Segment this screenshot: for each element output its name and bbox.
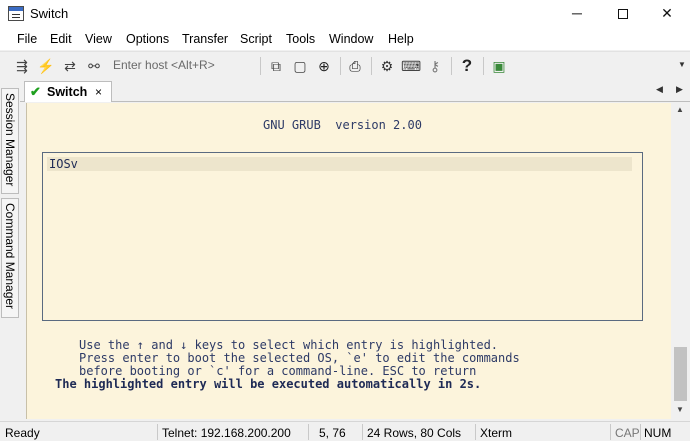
menu-script[interactable]: Script	[240, 32, 272, 46]
status-separator	[308, 424, 309, 440]
menu-view[interactable]: View	[85, 32, 112, 46]
scroll-up-icon[interactable]: ▲	[676, 105, 684, 114]
status-bar: Ready Telnet: 192.168.200.200 5, 76 24 R…	[0, 421, 690, 441]
tab-scroll-left-icon[interactable]: ◀	[656, 84, 663, 95]
command-manager-tab[interactable]: Command Manager	[1, 198, 19, 318]
settings-icon[interactable]: ⚙	[377, 56, 397, 76]
connect-icon[interactable]: ⇶	[12, 56, 32, 76]
window-title: Switch	[30, 6, 69, 21]
status-caps: CAP	[615, 426, 640, 440]
maximize-icon	[618, 9, 628, 20]
maximize-button[interactable]	[600, 0, 646, 28]
quick-connect-icon[interactable]: ⚡	[36, 56, 56, 76]
menu-bar: File Edit View Options Transfer Script T…	[0, 28, 690, 50]
grub-help-line: before booting or `c' for a command-line…	[79, 364, 477, 378]
menu-tools[interactable]: Tools	[286, 32, 315, 46]
reconnect-icon[interactable]: ⇄	[60, 56, 80, 76]
host-input[interactable]: Enter host <Alt+R>	[113, 58, 215, 72]
toolbar-separator	[340, 57, 341, 75]
grub-header: GNU GRUB version 2.00	[263, 118, 422, 132]
grub-help-line: Use the ↑ and ↓ keys to select which ent…	[79, 338, 499, 352]
tab-label: Switch	[47, 85, 88, 99]
status-terminal-type: Xterm	[480, 426, 513, 440]
status-state: Ready	[5, 426, 40, 440]
menu-transfer[interactable]: Transfer	[182, 32, 228, 46]
minimize-icon: ─	[572, 5, 582, 21]
session-manager-label: Session Manager	[3, 93, 17, 187]
scroll-thumb[interactable]	[674, 347, 687, 401]
menu-help[interactable]: Help	[388, 32, 414, 46]
sftp-icon[interactable]: ▣	[489, 56, 509, 76]
find-icon[interactable]: ⊕	[314, 56, 334, 76]
tab-switch[interactable]: ✔ Switch ×	[24, 81, 112, 102]
menu-file[interactable]: File	[17, 32, 37, 46]
status-separator	[157, 424, 158, 440]
status-separator	[640, 424, 641, 440]
status-separator	[475, 424, 476, 440]
grub-help-line: Press enter to boot the selected OS, `e'…	[79, 351, 520, 365]
print-icon[interactable]: ⎙	[345, 56, 365, 76]
minimize-button[interactable]: ─	[554, 0, 600, 28]
status-cursor: 5, 76	[319, 426, 346, 440]
menu-window[interactable]: Window	[329, 32, 373, 46]
help-icon[interactable]: ?	[457, 56, 477, 76]
paste-icon[interactable]: ▢	[290, 56, 310, 76]
grub-menu-box: IOSv	[42, 152, 643, 321]
keymap-icon[interactable]: ⌨	[401, 56, 421, 76]
toolbar-separator	[483, 57, 484, 75]
app-icon[interactable]	[8, 6, 24, 21]
disconnect-icon[interactable]: ⚯	[84, 56, 104, 76]
close-button[interactable]: ✕	[644, 0, 690, 28]
status-separator	[362, 424, 363, 440]
title-bar: Switch ─ ✕	[0, 0, 690, 28]
session-manager-tab[interactable]: Session Manager	[1, 88, 19, 194]
menu-edit[interactable]: Edit	[50, 32, 72, 46]
grub-entry-selected[interactable]: IOSv	[47, 157, 632, 171]
copy-icon[interactable]: ⧉	[266, 56, 286, 76]
toolbar-separator	[451, 57, 452, 75]
toolbar-separator	[260, 57, 261, 75]
status-separator	[610, 424, 611, 440]
grub-entry-label: IOSv	[49, 157, 78, 171]
status-size: 24 Rows, 80 Cols	[367, 426, 462, 440]
sidebar: Session Manager Command Manager	[0, 86, 20, 421]
toolbar-overflow-icon[interactable]: ▼	[678, 60, 686, 69]
grub-countdown: The highlighted entry will be executed a…	[55, 377, 482, 391]
connected-check-icon: ✔	[30, 84, 41, 99]
toolbar: ⇶ ⚡ ⇄ ⚯ Enter host <Alt+R> ⧉ ▢ ⊕ ⎙ ⚙ ⌨ ⚷…	[0, 51, 690, 79]
vertical-scrollbar[interactable]: ▲ ▼	[671, 103, 690, 419]
terminal-screen[interactable]: GNU GRUB version 2.00 IOSv Use the ↑ and…	[26, 103, 671, 419]
scroll-down-icon[interactable]: ▼	[676, 405, 684, 414]
close-icon: ✕	[661, 5, 673, 21]
key-icon[interactable]: ⚷	[425, 56, 445, 76]
tab-scroll-right-icon[interactable]: ▶	[676, 84, 683, 95]
toolbar-separator	[371, 57, 372, 75]
session-tabs: ✔ Switch × ◀ ▶	[20, 80, 690, 102]
status-connection: Telnet: 192.168.200.200	[162, 426, 291, 440]
status-num: NUM	[644, 426, 672, 440]
menu-options[interactable]: Options	[126, 32, 169, 46]
tab-close-icon[interactable]: ×	[95, 85, 102, 99]
command-manager-label: Command Manager	[3, 203, 17, 310]
